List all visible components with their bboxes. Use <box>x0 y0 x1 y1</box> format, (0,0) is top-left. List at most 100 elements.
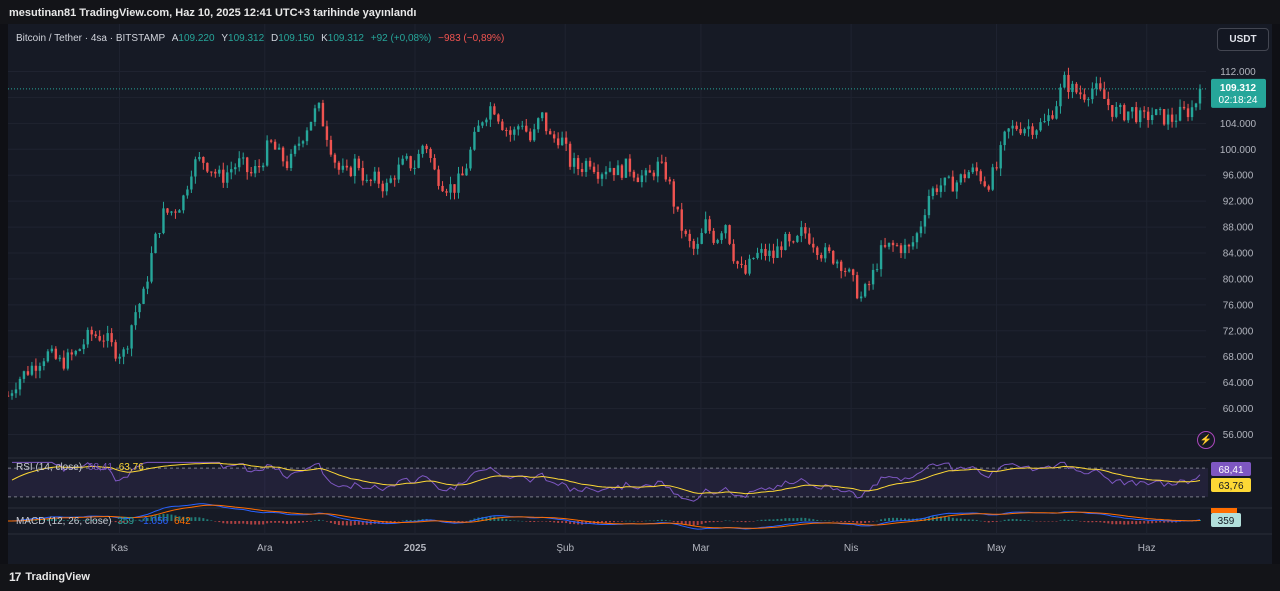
macd-hist-bar <box>545 521 548 522</box>
candle-body <box>62 357 66 369</box>
macd-hist-bar <box>1139 521 1142 524</box>
macd-hist-bar <box>1147 521 1150 524</box>
candle-body <box>42 361 46 367</box>
publish-info: mesutinan81 TradingView.com, Haz 10, 202… <box>9 7 417 19</box>
tradingview-logo[interactable]: 17 TradingView <box>9 570 90 584</box>
macd-legend[interactable]: MACD (12, 26, close) 359 -1.056 642 <box>16 516 191 527</box>
candle-body <box>688 233 691 242</box>
macd-hist-bar <box>501 518 504 521</box>
candle-body <box>836 261 839 264</box>
macd-hist-bar <box>1159 521 1162 523</box>
macd-label: MACD (12, 26, close) <box>16 516 112 527</box>
candle-body <box>632 171 636 178</box>
macd-hist-bar <box>756 520 759 521</box>
candle-body <box>967 172 970 179</box>
macd-hist-bar <box>792 518 795 521</box>
macd-hist-bar <box>218 521 221 523</box>
candle-body <box>824 247 827 259</box>
candle-body <box>1150 115 1154 121</box>
macd-hist-bar <box>1031 520 1034 522</box>
candle-body <box>533 129 536 141</box>
price-chart[interactable]: 112.000108.000104.000100.00096.00092.000… <box>8 24 1272 564</box>
candle-body <box>198 156 201 160</box>
macd-hist-bar <box>1011 518 1014 521</box>
candle-body <box>1162 109 1166 125</box>
candle-body <box>927 196 931 216</box>
candle-body <box>174 211 177 213</box>
rsi-legend[interactable]: RSI (14, close) 68,41 63,76 <box>16 462 144 473</box>
macd-hist-bar <box>868 521 871 523</box>
candle-body <box>716 240 719 243</box>
macd-hist-bar <box>1115 521 1118 525</box>
candle-body <box>357 158 361 168</box>
candle-body <box>110 333 113 343</box>
candle-body <box>1119 105 1122 107</box>
macd-hist-bar <box>824 520 827 522</box>
candle-body <box>899 245 903 254</box>
candle-body <box>86 329 89 345</box>
candle-body <box>544 112 548 132</box>
candle-body <box>317 102 321 109</box>
candle-body <box>98 336 101 341</box>
candle-body <box>903 244 907 254</box>
candle-body <box>919 226 923 234</box>
candle-body <box>808 233 811 244</box>
candle-body <box>206 162 209 172</box>
candle-body <box>812 243 815 248</box>
x-tick-label: Şub <box>556 543 574 554</box>
footer <box>0 564 1280 591</box>
candle-body <box>509 130 512 135</box>
macd-hist-bar <box>1039 521 1042 522</box>
currency-button[interactable]: USDT <box>1217 28 1269 51</box>
candle-body <box>102 340 105 342</box>
symbol-name[interactable]: Bitcoin / Tether · 4sa · BITSTAMP <box>16 33 165 44</box>
candle-body <box>118 356 121 359</box>
macd-hist-bar <box>1143 521 1146 524</box>
candle-body <box>1051 115 1054 119</box>
candle-body <box>417 153 420 168</box>
macd-hist-bar <box>708 521 711 523</box>
candle-body <box>230 169 233 173</box>
candle-body <box>202 156 205 163</box>
macd-hist-bar <box>1095 521 1098 523</box>
macd-hist-bar <box>238 521 241 524</box>
symbol-legend[interactable]: Bitcoin / Tether · 4sa · BITSTAMP A109.2… <box>16 33 504 44</box>
candle-body <box>668 179 671 182</box>
candle-body <box>182 195 185 211</box>
candle-body <box>736 261 739 264</box>
candle-body <box>1115 106 1118 117</box>
candle-body <box>345 165 349 168</box>
macd-hist-bar <box>796 518 799 521</box>
candle-body <box>1182 106 1186 109</box>
macd-hist-bar <box>720 521 723 522</box>
macd-hist-bar <box>250 521 253 525</box>
candle-body <box>433 157 436 170</box>
lightning-icon[interactable]: ⚡ <box>1197 431 1215 449</box>
candle-body <box>285 161 289 168</box>
candle-body <box>995 167 998 169</box>
y-tick-label: 96.000 <box>1223 171 1254 182</box>
candle-body <box>756 252 759 258</box>
price-badge-value: 109.312 <box>1220 83 1257 94</box>
candle-body <box>481 122 484 126</box>
candle-body <box>397 164 400 180</box>
candle-body <box>333 154 337 163</box>
macd-hist-bar <box>1107 521 1110 524</box>
macd-hist-bar <box>565 521 568 524</box>
macd-hist-bar <box>246 521 249 525</box>
candle-body <box>1127 111 1130 121</box>
candle-body <box>560 137 564 146</box>
candle-body <box>939 185 943 192</box>
change-value: +92 (+0,08%) <box>370 33 432 44</box>
macd-hist-bar <box>553 521 556 523</box>
candle-body <box>556 138 560 146</box>
candle-body <box>1031 126 1034 135</box>
macd-hist-bar <box>529 521 532 523</box>
candle-body <box>1186 108 1190 118</box>
candle-body <box>680 209 683 231</box>
macd-hist-bar <box>290 521 293 524</box>
candle-body <box>58 357 62 359</box>
macd-hist-bar <box>764 519 767 521</box>
macd-hist-bar <box>242 521 245 524</box>
candle-body <box>421 145 424 154</box>
